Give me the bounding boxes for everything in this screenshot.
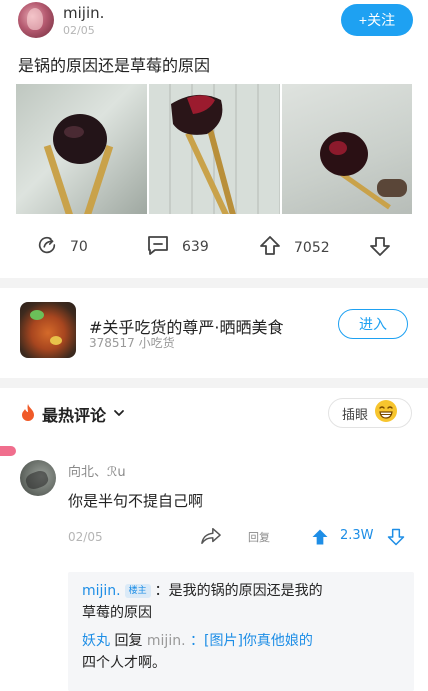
sub-reply-text: ：是我的锅的原因还是我的 (154, 583, 323, 599)
reply-button[interactable]: 回复 (248, 529, 270, 545)
grin-emoji-icon (374, 399, 398, 427)
sub-reply-2-cont: 四个人才啊。 (82, 655, 166, 671)
comment-text: 你是半句不提自己啊 (68, 492, 204, 510)
commenter-username[interactable]: 向北、ℛu (68, 461, 126, 480)
share-action[interactable]: 70 (36, 234, 88, 260)
section-divider (0, 378, 428, 388)
sub-reply-author[interactable]: mijin. (82, 583, 121, 599)
reply-word: 回复 (114, 633, 143, 649)
cut-in-button[interactable]: 插眼 (328, 398, 412, 428)
post-date: 02/05 (63, 24, 95, 37)
sub-reply-1-cont: 草莓的原因 (82, 605, 152, 621)
upvote-icon (258, 234, 282, 262)
comment-count: 639 (182, 239, 209, 255)
downvote-action[interactable] (368, 234, 392, 262)
sub-replies-box[interactable]: mijin. 楼主 ：是我的锅的原因还是我的 草莓的原因 妖丸 回复 mijin. … (68, 572, 414, 691)
sub-reply-author[interactable]: 妖丸 (82, 633, 110, 649)
author-username[interactable]: mijin. (63, 4, 104, 22)
author-avatar[interactable] (18, 2, 54, 38)
op-badge: 楼主 (124, 584, 151, 598)
upvote-count: 7052 (294, 240, 330, 256)
commenter-avatar[interactable] (20, 460, 56, 496)
sub-reply-text: ：[图片]你真他娘的 (190, 633, 313, 649)
circle-thumbnail (20, 302, 76, 358)
sub-reply-1: mijin. 楼主 ：是我的锅的原因还是我的 (82, 580, 323, 602)
comment-item: 向北、ℛu 你是半句不提自己啊 02/05 回复 2.3W mijin. 楼主 ：是… (0, 446, 428, 691)
comment-like-count: 2.3W (340, 528, 374, 543)
fire-icon (20, 403, 36, 425)
cut-in-label: 插眼 (342, 407, 369, 423)
post-action-bar: 70 639 7052 (0, 228, 428, 268)
post-header: mijin. 02/05 +关注 (0, 0, 428, 46)
upvote-action[interactable]: 7052 (258, 234, 330, 262)
level-badge (0, 446, 16, 456)
comment-sort-dropdown[interactable]: 最热评论 (20, 402, 126, 426)
chevron-down-icon (112, 405, 126, 424)
share-count: 70 (70, 239, 88, 255)
post-photo[interactable] (149, 84, 280, 214)
comment-action[interactable]: 639 (146, 234, 209, 260)
share-icon[interactable] (200, 526, 222, 550)
downvote-icon (368, 234, 392, 262)
post-title: 是锅的原因还是草莓的原因 (18, 56, 211, 75)
downvote-icon[interactable] (386, 527, 406, 551)
post-photo-grid (16, 84, 412, 214)
enter-circle-button[interactable]: 进入 (338, 309, 408, 339)
sort-label: 最热评论 (42, 406, 107, 425)
circle-member-count: 378517 小吃货 (89, 336, 175, 350)
sub-reply-2: 妖丸 回复 mijin. ：[图片]你真他娘的 (82, 630, 313, 652)
section-divider (0, 278, 428, 288)
comment-actions: 02/05 回复 2.3W (0, 526, 428, 550)
upvote-filled-icon[interactable] (310, 527, 330, 551)
post-photo[interactable] (16, 84, 147, 214)
post-photo[interactable] (282, 84, 412, 214)
reply-target[interactable]: mijin. (147, 633, 186, 649)
share-icon (36, 234, 58, 260)
follow-button[interactable]: +关注 (341, 4, 413, 36)
comments-header: 最热评论 插眼 (0, 392, 428, 432)
comment-icon (146, 234, 170, 260)
comment-date: 02/05 (68, 530, 103, 544)
topic-circle-card[interactable]: #关乎吃货的尊严·晒晒美食 378517 小吃货 进入 (0, 292, 428, 374)
